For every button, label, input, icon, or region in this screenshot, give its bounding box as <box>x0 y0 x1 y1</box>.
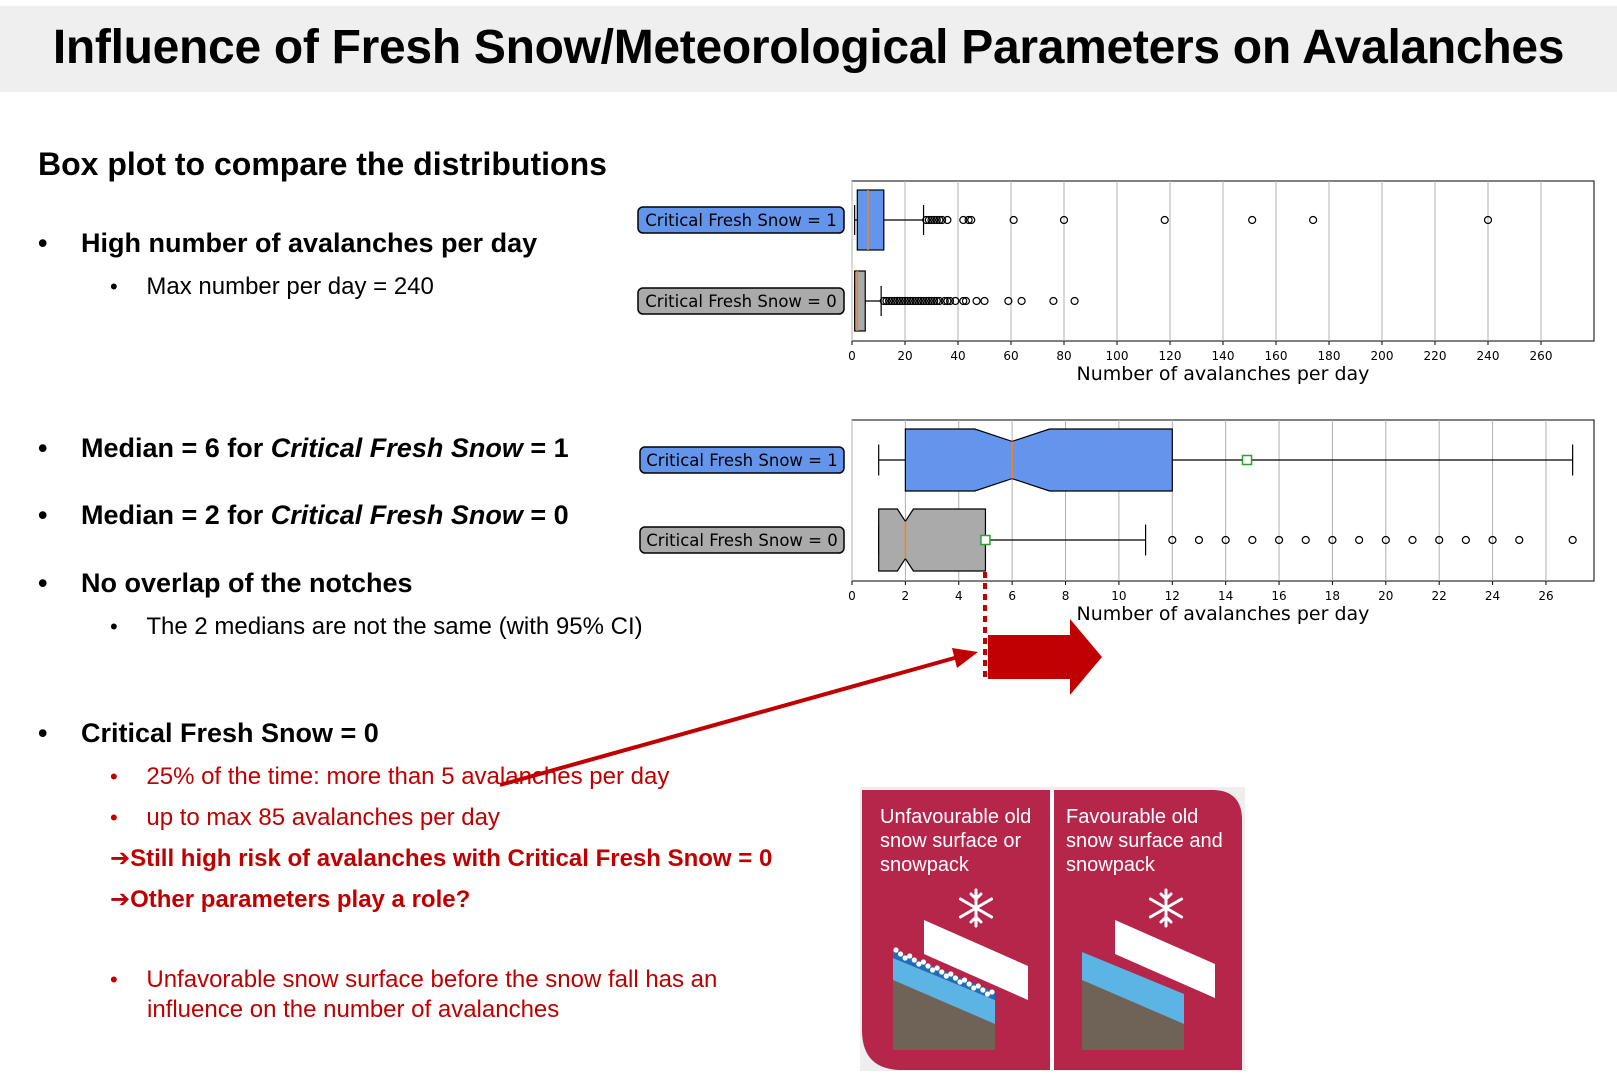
x-tick-label: 12 <box>1165 589 1180 603</box>
crystal <box>925 963 931 969</box>
panel-unfavourable: Unfavourable old snow surface or snowpac… <box>862 790 1050 1070</box>
x-tick-label: 260 <box>1530 349 1553 363</box>
x-tick-label: 180 <box>1318 349 1341 363</box>
panel-title-line-1: Favourable old <box>1066 806 1198 828</box>
panel-favourable: Favourable old snow surface and snowpack <box>1054 790 1242 1070</box>
x-tick-label: 0 <box>848 589 856 603</box>
panel-title-line-2: snow surface and <box>1066 830 1223 852</box>
mean-marker <box>1241 454 1253 466</box>
x-tick-label: 24 <box>1485 589 1500 603</box>
x-tick-label: 2 <box>902 589 910 603</box>
crystal <box>911 957 917 963</box>
series-label: Critical Fresh Snow = 0 <box>646 531 837 550</box>
x-tick-label: 10 <box>1111 589 1126 603</box>
x-tick-label: 26 <box>1538 589 1553 603</box>
series-label: Critical Fresh Snow = 1 <box>645 211 836 230</box>
x-axis-label: Number of avalanches per day <box>1077 363 1370 385</box>
crystal <box>952 975 959 981</box>
x-tick-label: 200 <box>1371 349 1394 363</box>
box <box>854 270 866 332</box>
crystal <box>907 953 913 959</box>
x-tick-label: 16 <box>1271 589 1286 603</box>
crystal <box>984 991 991 997</box>
x-axis-label: Number of avalanches per day <box>1077 603 1370 625</box>
crystal <box>943 973 949 979</box>
crystal <box>893 947 899 953</box>
x-tick-label: 20 <box>897 349 912 363</box>
series-label: Critical Fresh Snow = 1 <box>646 451 837 470</box>
x-tick-label: 14 <box>1218 589 1233 603</box>
crystal <box>961 977 968 983</box>
box <box>904 428 1173 492</box>
crystal <box>980 987 986 993</box>
crystal <box>975 983 981 989</box>
x-tick-label: 120 <box>1159 349 1182 363</box>
crystal <box>920 959 927 965</box>
box-plot-notched-zoom: 0 2 4 6 8 10 12 14 16 18 20 22 24 26Number of avalanc… <box>639 419 1595 625</box>
crystal <box>939 969 945 975</box>
crystal <box>897 951 904 957</box>
right-arrow-icon <box>988 619 1102 695</box>
x-tick-label: 60 <box>1003 349 1018 363</box>
panel-title-line-3: snowpack <box>880 854 970 876</box>
panel-divider <box>1050 790 1054 1070</box>
crystal <box>934 965 940 971</box>
x-tick-label: 18 <box>1325 589 1340 603</box>
box-plots: 0 20 40 60 80 100 120 140 160 180 200 220 240 260Numb… <box>499 180 1595 1071</box>
panel-title-line-1: Unfavourable old <box>880 806 1031 828</box>
avalanche-illustration: Unfavourable old snow surface or snowpac… <box>860 787 1245 1071</box>
x-tick-label: 100 <box>1106 349 1129 363</box>
crystal <box>966 981 972 987</box>
crystal <box>971 985 977 991</box>
panel-title-line-2: snow surface or <box>880 830 1022 852</box>
x-tick-label: 80 <box>1056 349 1071 363</box>
crystal <box>902 955 908 961</box>
pointer-line <box>499 655 959 787</box>
panel-title-line-3: snowpack <box>1066 854 1156 876</box>
box <box>878 508 987 572</box>
x-tick-label: 4 <box>955 589 963 603</box>
x-tick-label: 140 <box>1212 349 1235 363</box>
mean-marker <box>980 534 991 546</box>
x-tick-label: 0 <box>848 349 856 363</box>
x-tick-label: 8 <box>1062 589 1070 603</box>
crystal <box>916 961 922 967</box>
x-tick-label: 6 <box>1008 589 1016 603</box>
series-label: Critical Fresh Snow = 0 <box>645 292 836 311</box>
crystal <box>957 979 963 985</box>
x-tick-label: 160 <box>1265 349 1288 363</box>
x-tick-label: 240 <box>1477 349 1500 363</box>
box-plot-overview: 0 20 40 60 80 100 120 140 160 180 200 220 240 260 Numb… <box>637 180 1595 385</box>
pointer-arrowhead <box>952 648 978 668</box>
x-tick-label: 20 <box>1378 589 1393 603</box>
x-tick-label: 220 <box>1424 349 1447 363</box>
crystal <box>929 967 936 973</box>
x-tick-label: 22 <box>1432 589 1447 603</box>
x-tick-label: 40 <box>950 349 965 363</box>
crystal <box>948 971 954 977</box>
crystal <box>989 989 995 995</box>
box <box>856 189 885 251</box>
